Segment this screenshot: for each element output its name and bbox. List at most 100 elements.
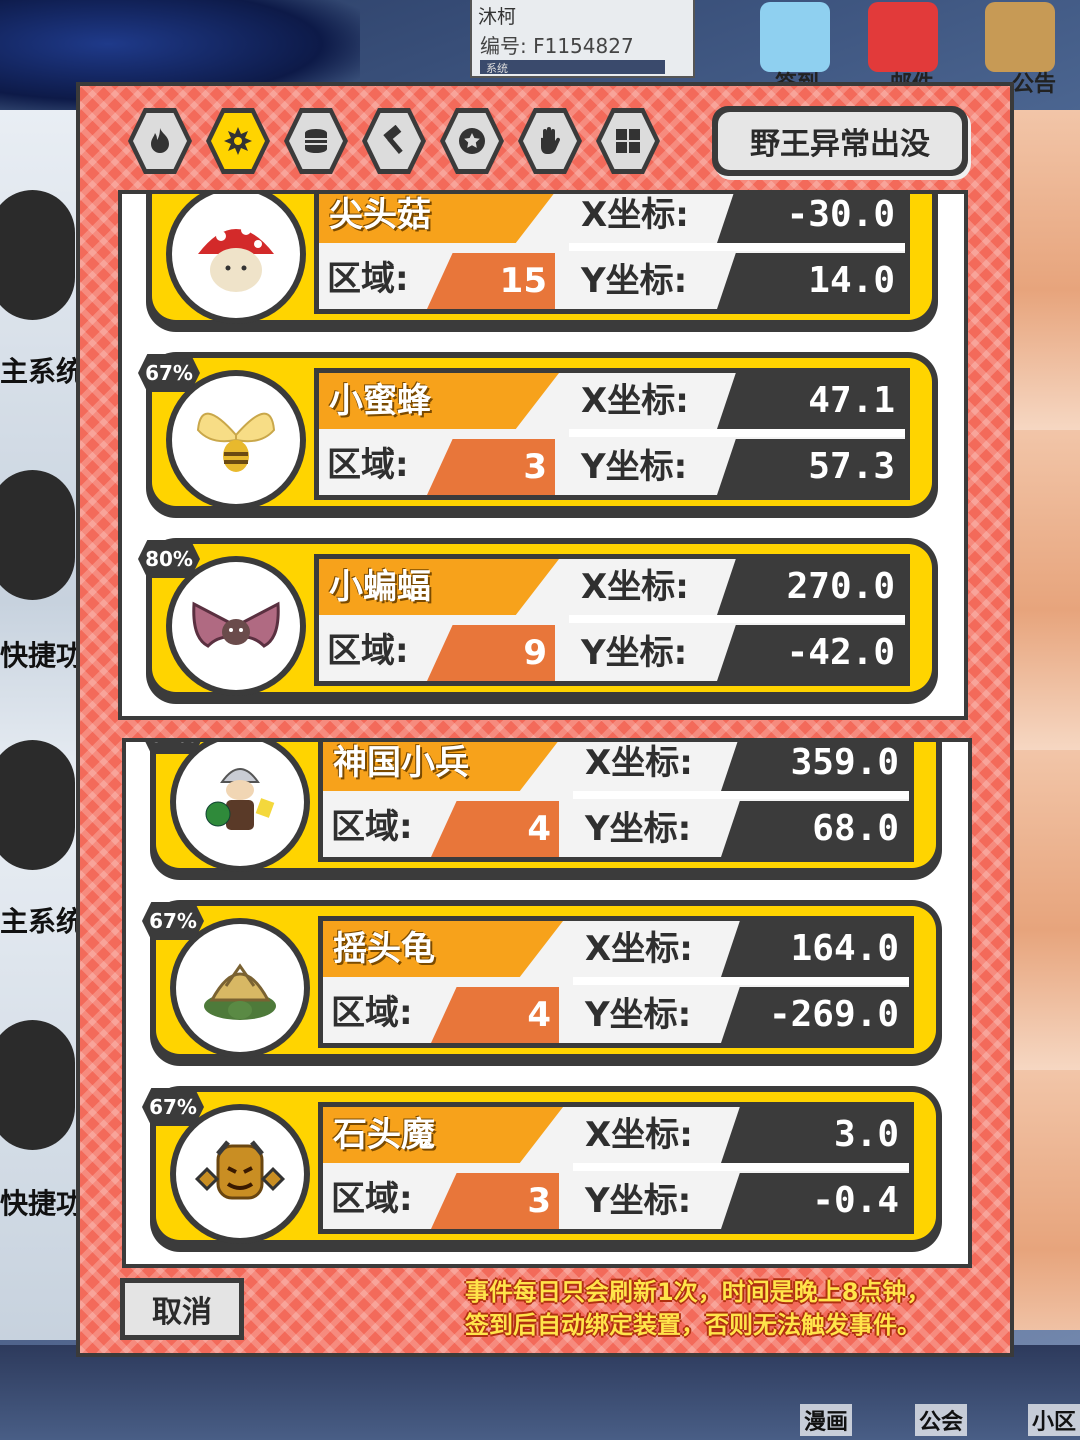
tab-flame[interactable] xyxy=(128,108,192,174)
fire-burst-icon xyxy=(224,127,252,155)
right-background-art xyxy=(1010,110,1080,1330)
coins-icon xyxy=(305,129,327,153)
x-coord-value: 359.0 xyxy=(721,742,909,791)
region-label: 区域: xyxy=(331,1179,413,1219)
monster-list-panel-1[interactable]: 尖头菇 区域: 15 X坐标: -30.0 Y坐标: 14.0 67% 小蜜蜂 … xyxy=(118,190,968,720)
region-value: 9 xyxy=(427,625,555,681)
community-label[interactable]: 小区 xyxy=(1028,1404,1080,1436)
monster-name: 小蝙蝠 xyxy=(319,559,559,615)
y-coord-label: Y坐标: xyxy=(585,995,692,1035)
y-coord-label: Y坐标: xyxy=(581,261,688,301)
tab-coins[interactable] xyxy=(284,108,348,174)
monster-name: 摇头龟 xyxy=(323,921,563,977)
wild-king-title-button[interactable]: 野王异常出没 xyxy=(712,106,968,176)
x-coord-label: X坐标: xyxy=(581,381,689,421)
y-coord-label: Y坐标: xyxy=(581,633,688,673)
region-value: 4 xyxy=(431,801,559,857)
event-notice: 事件每日只会刷新1次，时间是晚上8点钟， 签到后自动绑定装置，否则无法触发事件。 xyxy=(465,1276,985,1342)
y-coord-value: -0.4 xyxy=(721,1173,909,1229)
monster-list-panel-2[interactable]: 67% 神国小兵 区域: 4 X坐标: 359.0 Y坐标: 68.0 67% … xyxy=(122,738,972,1268)
hammer-icon xyxy=(383,125,403,154)
monster-card[interactable]: 67% 小蜜蜂 区域: 3 X坐标: 47.1 Y坐标: 57.3 xyxy=(138,352,938,518)
y-coord-label: Y坐标: xyxy=(585,1181,692,1221)
spawn-chance-badge: 67% xyxy=(142,902,204,940)
main-system-button-bg-2[interactable] xyxy=(0,740,75,870)
spawn-chance-badge: 67% xyxy=(142,1088,204,1126)
cancel-button[interactable]: 取消 xyxy=(120,1278,244,1340)
x-coord-label: X坐标: xyxy=(585,743,693,783)
region-value: 3 xyxy=(427,439,555,495)
soldier-icon xyxy=(205,768,275,830)
y-coord-value: 57.3 xyxy=(717,439,905,495)
system-bar: 系统 xyxy=(480,60,665,75)
notice-line-1: 事件每日只会刷新1次，时间是晚上8点钟， xyxy=(465,1278,931,1306)
player-info-card: 沐柯 编号: F1154827 系统 xyxy=(470,0,695,78)
cancel-label: 取消 xyxy=(125,1283,239,1335)
monster-card[interactable]: 80% 小蝙蝠 区域: 9 X坐标: 270.0 Y坐标: -42.0 xyxy=(138,538,938,704)
x-coord-label: X坐标: xyxy=(585,1115,693,1155)
tab-grid[interactable] xyxy=(596,108,660,174)
x-coord-value: 3.0 xyxy=(721,1107,909,1163)
wild-king-dialog: 野王异常出没 尖头菇 区域: 15 X坐标: -30.0 Y坐标: 14.0 6… xyxy=(76,82,1014,1357)
bat-icon xyxy=(192,601,280,648)
monster-name: 神国小兵 xyxy=(323,742,563,791)
tab-hammer[interactable] xyxy=(362,108,426,174)
bee-icon xyxy=(196,412,276,472)
x-coord-value: 47.1 xyxy=(717,373,905,429)
mail-icon[interactable] xyxy=(868,2,938,72)
x-coord-value: -30.0 xyxy=(717,194,905,243)
region-label: 区域: xyxy=(327,259,409,299)
monster-card[interactable]: 67% 摇头龟 区域: 4 X坐标: 164.0 Y坐标: -269.0 xyxy=(142,900,942,1066)
monster-name: 尖头菇 xyxy=(319,194,559,243)
x-coord-value: 164.0 xyxy=(721,921,909,977)
region-label: 区域: xyxy=(331,993,413,1033)
tab-fire-burst[interactable] xyxy=(206,108,270,174)
monster-name: 小蜜蜂 xyxy=(319,373,559,429)
mushroom-icon xyxy=(198,225,274,292)
main-system-button-bg[interactable] xyxy=(0,190,75,320)
region-value: 15 xyxy=(427,253,555,309)
monster-name: 石头魔 xyxy=(323,1107,563,1163)
y-coord-label: Y坐标: xyxy=(585,809,692,849)
quick-function-label: 快捷功 xyxy=(0,639,76,672)
monster-card[interactable]: 67% 神国小兵 区域: 4 X坐标: 359.0 Y坐标: 68.0 xyxy=(142,742,942,880)
monster-portrait xyxy=(166,194,306,324)
grid-icon xyxy=(616,129,640,153)
flame-icon xyxy=(151,128,169,153)
spawn-chance-badge: 80% xyxy=(138,540,200,578)
region-label: 区域: xyxy=(331,807,413,847)
x-coord-label: X坐标: xyxy=(581,195,689,235)
quick-function-button-bg[interactable] xyxy=(0,470,75,600)
comics-label[interactable]: 漫画 xyxy=(800,1404,853,1436)
quick-function-label-2: 快捷功 xyxy=(0,1187,76,1220)
monster-portrait xyxy=(170,742,310,872)
y-coord-value: -42.0 xyxy=(717,625,905,681)
region-value: 3 xyxy=(431,1173,559,1229)
region-label: 区域: xyxy=(327,631,409,671)
y-coord-label: Y坐标: xyxy=(581,447,688,487)
guild-label[interactable]: 公会 xyxy=(915,1404,968,1436)
announcement-label: 公告 xyxy=(1012,72,1057,97)
star-badge-icon xyxy=(459,128,485,154)
checkin-icon[interactable] xyxy=(760,2,830,72)
tab-hand[interactable] xyxy=(518,108,582,174)
main-system-label: 主系统 xyxy=(0,355,76,388)
monster-card[interactable]: 尖头菇 区域: 15 X坐标: -30.0 Y坐标: 14.0 xyxy=(146,194,938,332)
region-value: 4 xyxy=(431,987,559,1043)
region-label: 区域: xyxy=(327,445,409,485)
player-name: 沐柯 xyxy=(478,6,517,28)
title-text: 野王异常出没 xyxy=(718,112,962,170)
y-coord-value: 14.0 xyxy=(717,253,905,309)
main-system-label-2: 主系统 xyxy=(0,905,76,938)
notice-board-icon[interactable] xyxy=(985,2,1055,72)
stone-golem-icon xyxy=(194,1140,286,1200)
y-coord-value: 68.0 xyxy=(721,801,909,857)
y-coord-value: -269.0 xyxy=(721,987,909,1043)
hand-icon xyxy=(541,127,561,154)
notice-line-2: 签到后自动绑定装置，否则无法触发事件。 xyxy=(465,1311,921,1339)
tab-star-badge[interactable] xyxy=(440,108,504,174)
turtle-icon xyxy=(204,963,276,1020)
monster-card[interactable]: 67% 石头魔 区域: 3 X坐标: 3.0 Y坐标: -0.4 xyxy=(142,1086,942,1252)
x-coord-label: X坐标: xyxy=(581,567,689,607)
quick-function-button-bg-2[interactable] xyxy=(0,1020,75,1150)
